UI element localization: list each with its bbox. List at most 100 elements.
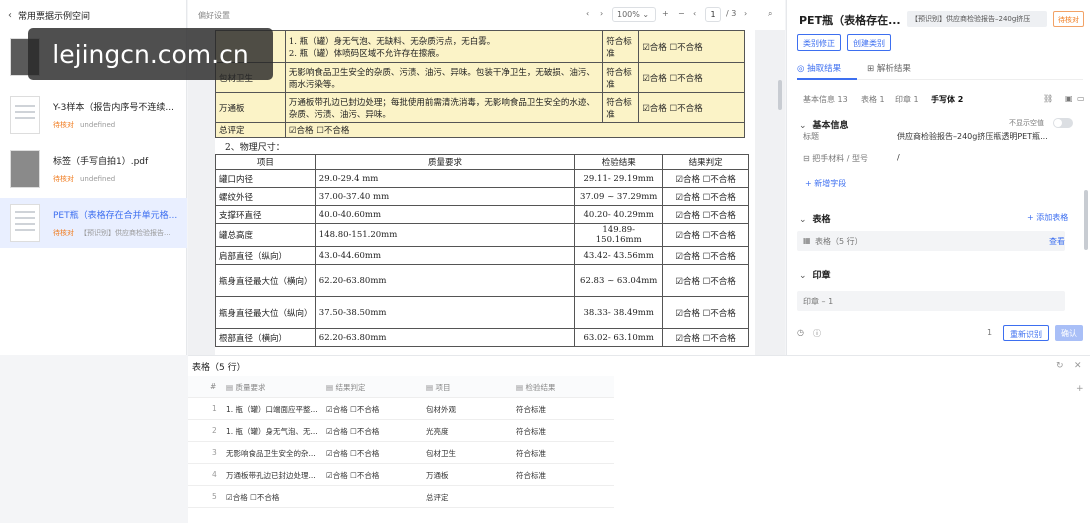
table-cell[interactable]: ☑合格 ☐不合格 bbox=[662, 246, 749, 265]
history-icon[interactable]: ◷ bbox=[797, 328, 804, 337]
rerun-button[interactable]: 重新识别 bbox=[1003, 325, 1049, 341]
table-cell[interactable]: ☑合格 ☐不合格 bbox=[662, 169, 749, 188]
field-value[interactable]: 供应商检验报告–240g挤压瓶透明PET瓶... bbox=[897, 131, 1057, 142]
prev-icon[interactable]: ‹ bbox=[586, 9, 589, 18]
create-category-button[interactable]: 创建类别 bbox=[847, 34, 891, 51]
table-cell[interactable]: 万通板 bbox=[215, 92, 286, 123]
table-row[interactable]: 5 ☑合格 ☐不合格 总评定 bbox=[188, 486, 614, 508]
table-cell[interactable]: 38.33- 38.49mm bbox=[574, 296, 664, 329]
table-cell[interactable]: 40.20- 40.29mm bbox=[574, 205, 664, 224]
preference-settings[interactable]: 偏好设置 bbox=[198, 10, 230, 21]
panel-scrollbar[interactable] bbox=[1084, 190, 1088, 250]
table-cell[interactable]: ☑合格 ☐不合格 bbox=[662, 328, 749, 347]
monitor-icon[interactable]: ▭ bbox=[1077, 94, 1085, 103]
table-cell[interactable]: 1. 瓶（罐）身无气泡、无缺料、无杂质污点，无白雾。 2. 瓶（罐）体喷码区域不… bbox=[284, 30, 604, 63]
page-next-icon[interactable]: › bbox=[744, 9, 747, 18]
table-cell[interactable]: 63.02- 63.10mm bbox=[574, 328, 664, 347]
correct-category-button[interactable]: 类别修正 bbox=[797, 34, 841, 51]
table-cell[interactable]: 根部直径（横向） bbox=[215, 328, 316, 347]
table-row[interactable]: 2 1. 瓶（罐）身无气泡、无... ☑合格 ☐不合格 光亮度 符合标准 bbox=[188, 420, 614, 442]
table-cell[interactable]: 62.83 ~ 63.04mm bbox=[574, 264, 664, 297]
next-icon[interactable]: › bbox=[600, 9, 603, 18]
zoom-select[interactable]: 100% ⌄ bbox=[612, 7, 656, 22]
subtab-basic[interactable]: 基本信息 13 bbox=[803, 94, 848, 105]
layout-icon[interactable]: ▣ bbox=[1065, 94, 1073, 103]
tab-extract[interactable]: ◎ 抽取结果 bbox=[797, 62, 841, 74]
basic-info-header[interactable]: ⌄ 基本信息 bbox=[799, 118, 849, 131]
view-table-link[interactable]: 查看 bbox=[1049, 236, 1065, 247]
table-cell[interactable]: 29.0-29.4 mm bbox=[314, 169, 576, 188]
document-scrollbar[interactable] bbox=[778, 80, 782, 110]
table-section-header[interactable]: ⌄ 表格 bbox=[799, 212, 831, 225]
table-cell[interactable]: 支撑环直径 bbox=[215, 205, 316, 224]
zoom-out-icon[interactable]: − bbox=[678, 9, 685, 18]
table-cell[interactable]: ☑合格 ☐不合格 bbox=[638, 92, 745, 123]
table-cell[interactable]: ☑合格 ☐不合格 bbox=[662, 223, 749, 247]
table-cell[interactable]: 罐口内径 bbox=[215, 169, 316, 188]
add-field-button[interactable]: + 新增字段 bbox=[805, 178, 846, 189]
add-icon[interactable]: + bbox=[1076, 384, 1084, 394]
table-cell[interactable]: 瓶身直径最大位（纵向） bbox=[215, 296, 316, 329]
table-row[interactable]: 4 万通板带孔边已封边处理... ☑合格 ☐不合格 万通板 符合标准 bbox=[188, 464, 614, 486]
field-value[interactable]: / bbox=[897, 153, 1057, 162]
column-header: # bbox=[210, 382, 217, 391]
table-row[interactable]: 3 无影响食品卫生安全的杂... ☑合格 ☐不合格 包材卫生 符合标准 bbox=[188, 442, 614, 464]
table-cell[interactable]: 万通板带孔边已封边处理；每批使用前需清洗消毒，无影响食品卫生安全的水迹、杂质、污… bbox=[284, 92, 604, 123]
back-button[interactable]: ‹ 常用票据示例空间 bbox=[0, 0, 186, 30]
page-input[interactable]: 1 bbox=[705, 7, 721, 22]
file-thumbnail bbox=[10, 150, 40, 188]
subtab-seal[interactable]: 印章 1 bbox=[895, 94, 919, 105]
table-cell[interactable]: 肩部直径（纵向） bbox=[215, 246, 316, 265]
table-cell[interactable]: 29.11- 29.19mm bbox=[574, 169, 664, 188]
hide-empty-toggle[interactable] bbox=[1053, 118, 1073, 128]
table-cell[interactable]: 符合标准 bbox=[602, 92, 640, 123]
link-icon[interactable]: ⛓ bbox=[1043, 94, 1053, 103]
table-cell[interactable]: 符合标准 bbox=[602, 30, 640, 63]
refresh-icon[interactable]: ↻ bbox=[1056, 361, 1064, 371]
table-cell[interactable]: ☑合格 ☐不合格 bbox=[638, 30, 745, 63]
table-cell[interactable]: 37.50-38.50mm bbox=[314, 296, 576, 329]
column-header: 项目 bbox=[215, 154, 316, 170]
subtab-handwriting[interactable]: 手写体 2 bbox=[931, 94, 963, 105]
seal-section-header[interactable]: ⌄ 印章 bbox=[799, 268, 831, 281]
table-cell[interactable]: 43.42- 43.56mm bbox=[574, 246, 664, 265]
table-cell[interactable]: 62.20-63.80mm bbox=[314, 264, 576, 297]
file-item-4[interactable]: PET瓶（表格存在合并单元格... 待核对 【预识别】供应商检验报告... bbox=[0, 198, 187, 248]
subtab-table[interactable]: 表格 1 bbox=[861, 94, 885, 105]
table-cell[interactable]: 总评定 bbox=[215, 122, 286, 138]
file-item-2[interactable]: Y-3样本（报告内序号不连续... 待核对 undefined bbox=[0, 90, 187, 140]
table-cell[interactable]: ☑合格 ☐不合格 bbox=[662, 187, 749, 206]
tab-parse[interactable]: ⊞ 解析结果 bbox=[867, 62, 911, 74]
close-icon[interactable]: ✕ bbox=[1074, 361, 1082, 371]
table-cell[interactable]: 无影响食品卫生安全的杂质、污渍、油污、异味。包装干净卫生，无破损、油污、雨水污染… bbox=[284, 62, 604, 93]
seal-entry[interactable]: 印章 – 1 bbox=[797, 291, 1065, 311]
table-cell[interactable]: 37.09 ~ 37.29mm bbox=[574, 187, 664, 206]
add-table-button[interactable]: + 添加表格 bbox=[1027, 212, 1068, 223]
page-prev-icon[interactable]: ‹ bbox=[693, 9, 696, 18]
search-icon[interactable]: ⌕ bbox=[768, 9, 772, 19]
table-cell[interactable]: ☑合格 ☐不合格 bbox=[638, 62, 745, 93]
column-header: 检验结果 bbox=[574, 154, 664, 170]
status-badge: 待核对 bbox=[53, 229, 74, 237]
confirm-button[interactable]: 确认 bbox=[1055, 325, 1083, 341]
table-entry[interactable]: ▦ 表格（5 行） 查看 bbox=[797, 231, 1065, 251]
table-cell[interactable]: ☑合格 ☐不合格 bbox=[662, 296, 749, 329]
table-cell[interactable]: ☑合格 ☐不合格 bbox=[662, 264, 749, 297]
table-row[interactable]: 1 1. 瓶（罐）口端面应平整... ☑合格 ☐不合格 包材外观 符合标准 bbox=[188, 398, 614, 420]
table-cell[interactable]: 148.80-151.20mm bbox=[314, 223, 576, 247]
table-cell[interactable]: 瓶身直径最大位（横向） bbox=[215, 264, 316, 297]
zoom-in-icon[interactable]: + bbox=[662, 9, 669, 18]
table-cell[interactable]: 40.0-40.60mm bbox=[314, 205, 576, 224]
table-cell[interactable]: 符合标准 bbox=[602, 62, 640, 93]
file-item-3[interactable]: 标签（手写自拍1）.pdf 待核对 undefined bbox=[0, 144, 187, 194]
table-cell[interactable]: 螺纹外径 bbox=[215, 187, 316, 206]
table-cell[interactable]: 37.00-37.40 mm bbox=[314, 187, 576, 206]
table-cell[interactable]: 43.0-44.60mm bbox=[314, 246, 576, 265]
info-icon[interactable]: ⓘ bbox=[813, 328, 821, 339]
table-cell[interactable]: 罐总高度 bbox=[215, 223, 316, 247]
table-cell[interactable]: 149.89- 150.16mm bbox=[574, 223, 664, 247]
table-cell[interactable]: ☑合格 ☐不合格 bbox=[284, 122, 746, 138]
table-cell[interactable]: ☑合格 ☐不合格 bbox=[662, 205, 749, 224]
status-badge: 待核对 bbox=[53, 175, 74, 183]
table-cell[interactable]: 62.20-63.80mm bbox=[314, 328, 576, 347]
